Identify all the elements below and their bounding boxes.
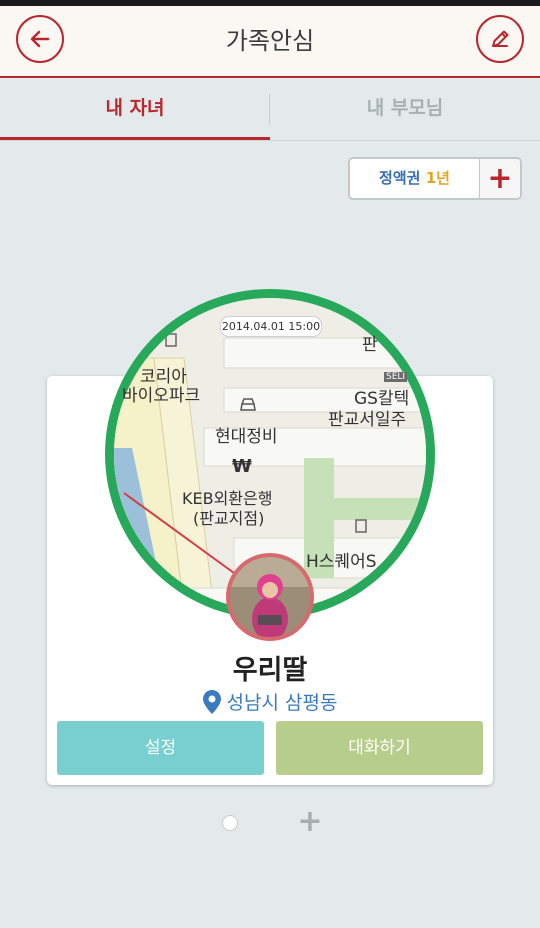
back-button[interactable] [16, 15, 64, 63]
location-timestamp: 2014.04.01 15:00 [220, 316, 322, 337]
map-label-seli: SELI [384, 372, 408, 382]
chat-button[interactable]: 대화하기 [276, 721, 483, 775]
svg-text:₩: ₩ [232, 456, 252, 477]
map-pin-icon [202, 689, 221, 714]
plus-icon: + [297, 804, 323, 839]
child-name: 우리딸 [232, 655, 308, 686]
tab-bar: 내 자녀 내 부모님 [0, 78, 540, 141]
location-text: 성남시 삼평동 [226, 692, 338, 714]
child-location: 성남시 삼평동 [47, 688, 493, 715]
child-photo [230, 557, 310, 637]
voucher-add-button[interactable]: + [479, 159, 520, 198]
voucher-box: 정액권 1년 + [348, 157, 522, 200]
back-arrow-icon [30, 30, 50, 48]
map-label-top-right: 판 [362, 335, 378, 355]
map-label-biopark: 바이오파크 [122, 386, 201, 406]
map-label-pangyo-seoil: 판교서일주 [328, 410, 407, 430]
map-label-h-square: H스퀘어S [306, 552, 377, 572]
app-header: 가족안심 [0, 6, 540, 78]
tab-my-children[interactable]: 내 자녀 [0, 78, 270, 140]
page-indicator-dot[interactable] [222, 815, 238, 831]
map-label-hyundai: 현대정비 [215, 427, 278, 447]
child-avatar[interactable] [226, 553, 314, 641]
voucher-period: 1년 [425, 169, 450, 187]
pencil-icon [492, 30, 509, 47]
tab-my-parents[interactable]: 내 부모님 [270, 78, 540, 140]
edit-button[interactable] [476, 15, 524, 63]
map-label-keb-branch: (판교지점) [193, 509, 265, 528]
settings-button[interactable]: 설정 [57, 721, 264, 775]
plus-icon: + [487, 161, 513, 196]
voucher-label: 정액권 [379, 169, 421, 187]
add-child-button[interactable]: + [296, 807, 324, 837]
voucher-info[interactable]: 정액권 1년 [350, 159, 479, 198]
page-title: 가족안심 [225, 27, 315, 55]
